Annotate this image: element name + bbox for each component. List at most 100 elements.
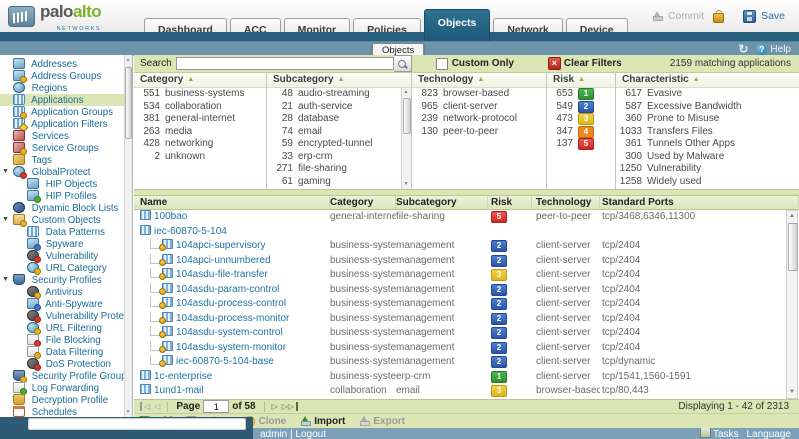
filter-item[interactable]: 4733: [547, 113, 615, 126]
refresh-icon[interactable]: ↻: [738, 43, 748, 55]
application-name-link[interactable]: 1c-enterprise: [154, 371, 212, 382]
filter-item[interactable]: 5492: [547, 101, 615, 114]
filter-column-header[interactable]: Characteristic▲: [616, 73, 799, 88]
save-button[interactable]: Save: [761, 10, 785, 22]
toolbar-button[interactable]: Export: [359, 416, 405, 427]
table-row[interactable]: 1und1-mail collaboration email 3 browser…: [134, 384, 799, 399]
lock-icon[interactable]: [713, 13, 724, 23]
sidebar-item[interactable]: Vulnerability Protection: [0, 310, 132, 322]
application-name-link[interactable]: 104apci-unnumbered: [176, 255, 271, 266]
filter-item[interactable]: 74email: [267, 126, 411, 139]
search-input[interactable]: [176, 57, 394, 70]
filter-item[interactable]: 263media: [134, 126, 266, 139]
commit-button[interactable]: Commit: [668, 10, 704, 22]
scroll-up-icon[interactable]: ▲: [787, 211, 797, 222]
table-row[interactable]: 104apci-supervisory business-systems man…: [134, 239, 799, 254]
scroll-up-icon[interactable]: ▲: [402, 88, 410, 97]
filter-column-header[interactable]: Category▲: [134, 73, 266, 88]
filter-item[interactable]: 3474: [547, 126, 615, 139]
sidebar-item[interactable]: Antivirus: [0, 286, 132, 298]
logout-link[interactable]: Logout: [295, 429, 326, 439]
scrollbar-thumb[interactable]: [788, 223, 798, 271]
custom-only-label[interactable]: Custom Only: [452, 58, 514, 69]
expander-arrow-icon[interactable]: ▼: [2, 274, 9, 286]
table-row[interactable]: 104asdu-system-monitor business-systems …: [134, 341, 799, 356]
application-name-link[interactable]: iec-60870-5-104-base: [176, 356, 274, 367]
last-page-button[interactable]: ▷▷: [280, 402, 298, 411]
language-button[interactable]: Language: [747, 428, 792, 439]
column-header-name[interactable]: Name: [134, 196, 330, 209]
sidebar-item[interactable]: Schedules: [0, 406, 132, 417]
sidebar-item[interactable]: Spyware: [0, 238, 132, 250]
table-row[interactable]: iec-60870-5-104-base business-systems ma…: [134, 355, 799, 370]
application-name-link[interactable]: 104apci-supervisory: [176, 240, 266, 251]
filter-item[interactable]: 823browser-based: [412, 88, 546, 101]
sidebar-item[interactable]: Services: [0, 130, 132, 142]
table-scrollbar[interactable]: ▲ ▼: [786, 210, 798, 399]
table-row[interactable]: 100bao general-internet file-sharing 5 p…: [134, 210, 799, 225]
filter-column-header[interactable]: Technology▲: [412, 73, 546, 88]
scroll-down-icon[interactable]: ▼: [125, 407, 131, 417]
toolbar-button[interactable]: Import: [300, 416, 345, 427]
sidebar-item[interactable]: Anti-Spyware: [0, 298, 132, 310]
filter-item[interactable]: 381general-internet: [134, 113, 266, 126]
sidebar-item[interactable]: Data Patterns: [0, 226, 132, 238]
application-name-link[interactable]: 100bao: [154, 211, 187, 222]
sidebar-item[interactable]: DoS Protection: [0, 358, 132, 370]
sidebar-item[interactable]: Regions: [0, 82, 132, 94]
filter-item[interactable]: 1375: [547, 138, 615, 151]
column-header-standard-ports[interactable]: Standard Ports: [600, 196, 799, 209]
filter-item[interactable]: 1258Widely used: [616, 176, 799, 189]
sidebar-scrollbar[interactable]: ▲ ▼: [124, 55, 132, 417]
sidebar-item[interactable]: ▼ Security Profiles: [0, 274, 132, 286]
filter-item[interactable]: 1033Transfers Files: [616, 126, 799, 139]
scroll-down-icon[interactable]: ▼: [787, 387, 797, 398]
page-input[interactable]: [203, 400, 229, 413]
filter-item[interactable]: 61gaming: [267, 176, 411, 189]
table-row[interactable]: 104asdu-process-control business-systems…: [134, 297, 799, 312]
filter-item[interactable]: 271file-sharing: [267, 163, 411, 176]
previous-page-button[interactable]: ◁: [152, 402, 162, 411]
clear-filters-icon[interactable]: ×: [548, 57, 561, 70]
footer-context-box[interactable]: [28, 418, 246, 430]
sidebar-item[interactable]: HIP Profiles: [0, 190, 132, 202]
scrollbar-thumb[interactable]: [125, 67, 132, 139]
next-page-button[interactable]: ▷: [270, 402, 280, 411]
application-name-link[interactable]: 104asdu-process-control: [176, 298, 286, 309]
sidebar-item[interactable]: Service Groups: [0, 142, 132, 154]
filter-item[interactable]: 59encrypted-tunnel: [267, 138, 411, 151]
column-header-category[interactable]: Category: [330, 196, 396, 209]
sidebar-item[interactable]: HIP Objects: [0, 178, 132, 190]
filter-item[interactable]: 21auth-service: [267, 101, 411, 114]
sidebar-item[interactable]: Dynamic Block Lists: [0, 202, 132, 214]
sidebar-item[interactable]: Security Profile Groups: [0, 370, 132, 382]
column-header-risk[interactable]: Risk: [488, 196, 532, 209]
sidebar-item[interactable]: URL Category: [0, 262, 132, 274]
filter-item[interactable]: 239network-protocol: [412, 113, 546, 126]
clear-filters-button[interactable]: Clear Filters: [564, 58, 622, 69]
filter-item[interactable]: 587Excessive Bandwidth: [616, 101, 799, 114]
sidebar-item[interactable]: URL Filtering: [0, 322, 132, 334]
application-name-link[interactable]: 104asdu-process-monitor: [176, 313, 289, 324]
sidebar-item[interactable]: Tags: [0, 154, 132, 166]
table-row[interactable]: 104asdu-param-control business-systems m…: [134, 283, 799, 298]
table-row[interactable]: 104asdu-process-monitor business-systems…: [134, 312, 799, 327]
application-name-link[interactable]: 104asdu-system-monitor: [176, 342, 286, 353]
table-row[interactable]: 104apci-unnumbered business-systems mana…: [134, 254, 799, 269]
application-name-link[interactable]: iec-60870-5-104: [154, 226, 227, 237]
sidebar-item[interactable]: Decryption Profile: [0, 394, 132, 406]
table-row[interactable]: 1c-enterprise business-systems erp-crm 1…: [134, 370, 799, 385]
expander-arrow-icon[interactable]: ▼: [2, 214, 9, 226]
filter-item[interactable]: 1250Vulnerability: [616, 163, 799, 176]
table-row[interactable]: iec-60870-5-104: [134, 225, 799, 240]
expander-arrow-icon[interactable]: ▼: [2, 166, 9, 178]
table-row[interactable]: 104asdu-system-control business-systems …: [134, 326, 799, 341]
filter-item[interactable]: 33erp-crm: [267, 151, 411, 164]
filter-column-header[interactable]: Risk▲: [547, 73, 615, 88]
filter-item[interactable]: 617Evasive: [616, 88, 799, 101]
filter-item[interactable]: 551business-systems: [134, 88, 266, 101]
first-page-button[interactable]: ◁: [140, 402, 152, 411]
filter-item[interactable]: 130peer-to-peer: [412, 126, 546, 139]
filter-item[interactable]: 6531: [547, 88, 615, 101]
sidebar-item[interactable]: ▼ Custom Objects: [0, 214, 132, 226]
